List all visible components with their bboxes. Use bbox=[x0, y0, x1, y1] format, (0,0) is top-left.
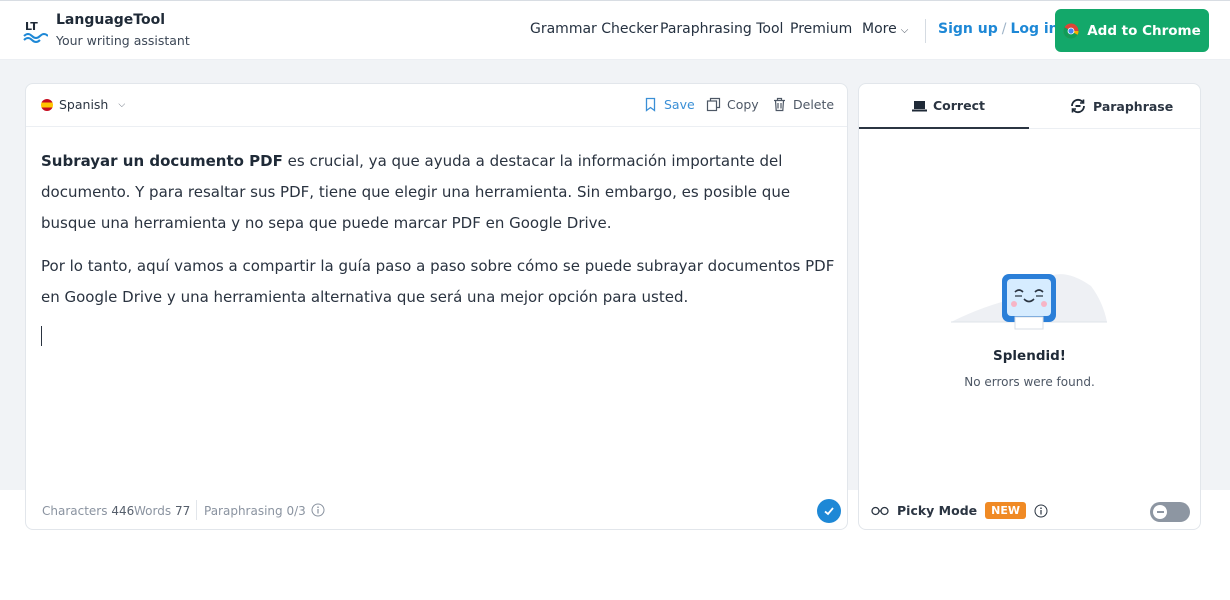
save-button[interactable]: Save bbox=[643, 97, 695, 112]
laptop-icon bbox=[912, 100, 927, 111]
result-title: Splendid! bbox=[993, 348, 1066, 364]
footer-divider bbox=[196, 500, 197, 520]
tab-paraphrase[interactable]: Paraphrase bbox=[1069, 98, 1173, 114]
copy-button[interactable]: Copy bbox=[706, 97, 759, 112]
paraphrasing-count: Paraphrasing 0/3 bbox=[204, 504, 306, 518]
check-icon bbox=[824, 507, 834, 516]
nav-more-menu[interactable]: More ⌵ bbox=[862, 21, 908, 37]
auth-separator: / bbox=[1001, 21, 1007, 37]
nav-more-label: More bbox=[862, 21, 897, 37]
add-to-chrome-label: Add to Chrome bbox=[1087, 22, 1201, 39]
paragraph-1-bold: Subrayar un documento PDF bbox=[41, 152, 283, 170]
editor-panel: Spanish ⌵ Save Copy Delete Subrayar un d… bbox=[25, 83, 848, 530]
auth-links: Sign up / Log in bbox=[938, 21, 1059, 37]
mascot-icon bbox=[1002, 274, 1056, 330]
save-label: Save bbox=[664, 97, 695, 112]
editor-toolbar: Spanish ⌵ Save Copy Delete bbox=[26, 84, 847, 127]
result-message: No errors were found. bbox=[964, 375, 1095, 389]
paraphrase-icon bbox=[1071, 98, 1085, 114]
log-in-link[interactable]: Log in bbox=[1010, 21, 1058, 37]
editor-footer: Characters 446 Words 77 Paraphrasing 0/3 bbox=[26, 494, 847, 530]
toggle-knob bbox=[1153, 505, 1167, 519]
copy-label: Copy bbox=[727, 97, 759, 112]
add-to-chrome-button[interactable]: Add to Chrome bbox=[1055, 9, 1209, 52]
delete-button[interactable]: Delete bbox=[772, 97, 834, 112]
picky-mode-row: Picky Mode NEW bbox=[871, 502, 1048, 519]
trash-icon bbox=[774, 97, 785, 112]
nav-premium[interactable]: Premium bbox=[790, 21, 852, 37]
top-navigation-bar: LT LanguageTool Your writing assistant G… bbox=[0, 0, 1230, 60]
nav-divider bbox=[925, 19, 926, 43]
results-panel: Correct Paraphrase Splendid! No errors w… bbox=[858, 83, 1201, 530]
info-icon[interactable] bbox=[311, 503, 325, 517]
paragraph-1: Subrayar un documento PDF es crucial, ya… bbox=[41, 146, 836, 239]
paragraph-2: Por lo tanto, aquí vamos a compartir la … bbox=[41, 257, 835, 306]
lt-logo-icon[interactable]: LT bbox=[22, 17, 48, 43]
tab-paraphrase-label: Paraphrase bbox=[1093, 98, 1174, 114]
glasses-icon bbox=[871, 506, 889, 515]
picky-mode-label: Picky Mode bbox=[897, 503, 978, 518]
active-tab-indicator bbox=[859, 127, 1029, 129]
chevron-down-icon: ⌵ bbox=[900, 25, 909, 36]
picky-mode-toggle[interactable] bbox=[1150, 502, 1190, 522]
spain-flag-icon bbox=[41, 98, 53, 111]
characters-label: Characters bbox=[42, 504, 108, 518]
delete-label: Delete bbox=[793, 97, 835, 112]
check-status-button[interactable] bbox=[817, 499, 841, 523]
chevron-down-icon: ⌵ bbox=[118, 99, 126, 110]
text-editor-area[interactable]: Subrayar un documento PDF es crucial, ya… bbox=[41, 146, 836, 325]
picky-mode-bar: Picky Mode NEW bbox=[859, 497, 1200, 529]
word-count: Words 77 bbox=[134, 504, 190, 518]
language-selector[interactable]: Spanish ⌵ bbox=[41, 97, 125, 112]
words-value: 77 bbox=[174, 504, 191, 518]
nav-grammar-checker[interactable]: Grammar Checker bbox=[530, 21, 658, 37]
character-count: Characters 446 bbox=[42, 504, 134, 518]
info-icon[interactable] bbox=[1034, 504, 1048, 518]
copy-icon bbox=[706, 97, 721, 112]
nav-paraphrasing-tool[interactable]: Paraphrasing Tool bbox=[660, 21, 783, 37]
words-label: Words bbox=[134, 504, 172, 518]
svg-text:LT: LT bbox=[25, 20, 38, 33]
characters-value: 446 bbox=[111, 504, 135, 518]
new-badge: NEW bbox=[985, 502, 1026, 519]
tab-correct-label: Correct bbox=[933, 98, 985, 113]
brand-tagline: Your writing assistant bbox=[56, 33, 190, 48]
chrome-icon bbox=[1063, 23, 1079, 39]
language-label: Spanish bbox=[59, 97, 109, 112]
bookmark-icon bbox=[645, 97, 656, 112]
brand-name[interactable]: LanguageTool bbox=[56, 12, 165, 28]
sign-up-link[interactable]: Sign up bbox=[938, 21, 998, 37]
text-cursor bbox=[41, 326, 42, 346]
tab-correct[interactable]: Correct bbox=[912, 98, 985, 113]
